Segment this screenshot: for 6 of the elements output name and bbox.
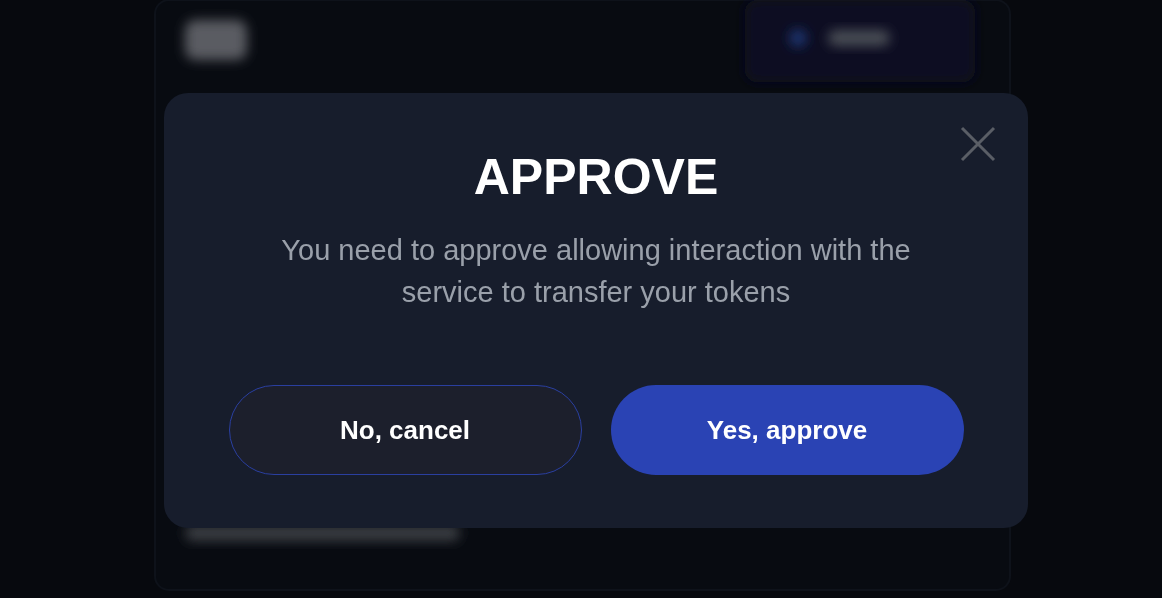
blurred-number [185,20,247,60]
dialog-message: You need to approve allowing interaction with the service to transfer your tokens [280,233,912,310]
close-icon[interactable] [960,126,996,162]
dialog-title: APPROVE [473,148,719,207]
cancel-button[interactable]: No, cancel [228,385,582,475]
approve-button[interactable]: Yes, approve [610,385,964,475]
